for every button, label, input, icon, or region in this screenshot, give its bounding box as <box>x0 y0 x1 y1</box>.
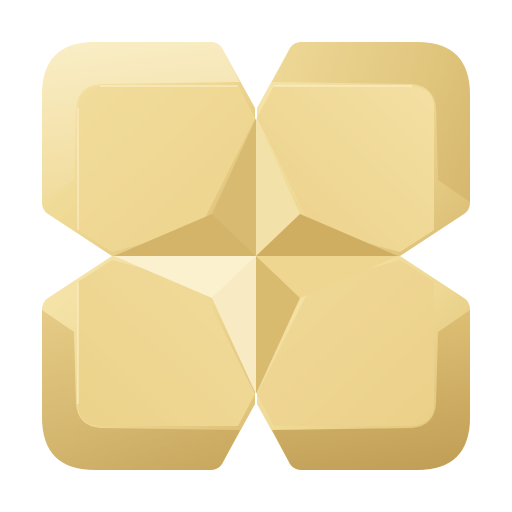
gold-four-petal-faceted-emblem-icon <box>42 42 470 470</box>
emblem-canvas <box>0 0 512 512</box>
